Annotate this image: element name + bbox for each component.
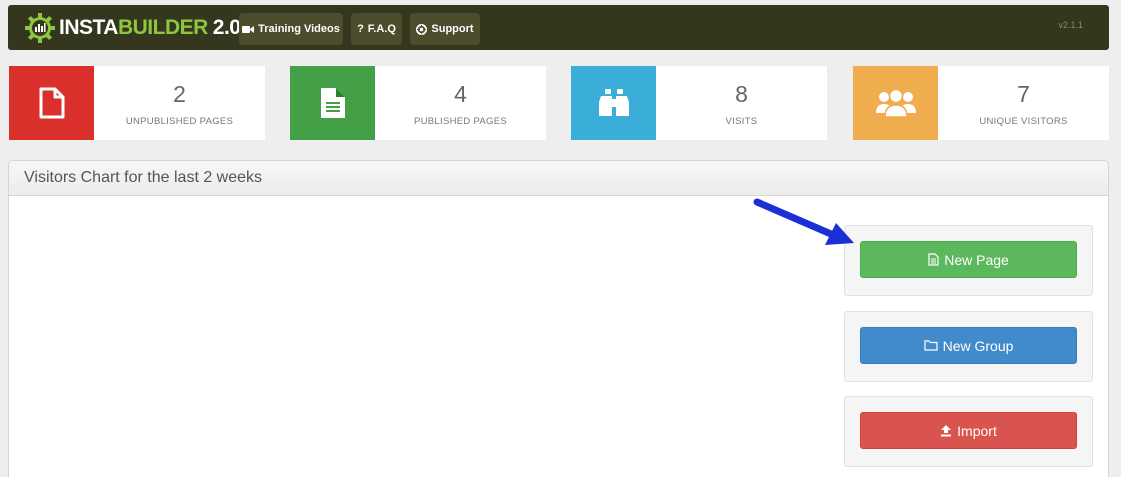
import-button[interactable]: Import <box>860 412 1077 449</box>
new-page-button[interactable]: New Page <box>860 241 1077 278</box>
visitors-chart-panel: Visitors Chart for the last 2 weeks New … <box>8 160 1109 477</box>
upload-icon <box>941 425 952 437</box>
file-icon <box>928 253 939 266</box>
stat-icon-box <box>853 66 938 140</box>
panel-title: Visitors Chart for the last 2 weeks <box>24 169 263 186</box>
stat-icon-box <box>9 66 94 140</box>
stat-label: PUBLISHED PAGES <box>413 116 508 127</box>
gear-logo-icon <box>25 13 55 43</box>
faq-button[interactable]: ? F.A.Q <box>351 13 402 45</box>
support-button[interactable]: Support <box>410 13 480 45</box>
stat-published-pages[interactable]: 4 PUBLISHED PAGES <box>290 66 546 140</box>
stat-value: 8 <box>735 81 748 107</box>
stat-label: UNIQUE VISITORS <box>979 116 1068 127</box>
dashboard-page: INSTABUILDER 2.0 Training Videos ? F.A.Q … <box>0 0 1121 477</box>
logo-builder: BUILDER <box>117 16 208 39</box>
new-group-label: New Group <box>942 337 1014 354</box>
panel-header: Visitors Chart for the last 2 weeks <box>9 161 1108 196</box>
new-page-label: New Page <box>944 251 1009 268</box>
support-label: Support <box>431 23 474 35</box>
stat-body: 4 PUBLISHED PAGES <box>375 66 546 140</box>
logo-insta: INSTA <box>59 16 118 39</box>
folder-icon <box>923 340 938 351</box>
stat-unpublished-pages[interactable]: 2 UNPUBLISHED PAGES <box>9 66 265 140</box>
stat-label: VISITS <box>725 116 758 127</box>
logo-version: 2.0 <box>212 16 241 39</box>
text-file-icon <box>320 88 345 118</box>
logo-text: INSTABUILDER 2.0 <box>59 16 241 40</box>
stat-icon-box <box>290 66 375 140</box>
stat-value: 2 <box>173 81 186 107</box>
lifebuoy-icon <box>416 23 428 35</box>
import-label: Import <box>957 422 997 439</box>
stat-value: 7 <box>1017 81 1030 107</box>
stat-body: 8 VISITS <box>656 66 827 140</box>
blank-file-icon <box>39 87 64 119</box>
import-well: Import <box>844 396 1093 467</box>
training-videos-label: Training Videos <box>258 23 340 35</box>
stat-unique-visitors[interactable]: 7 UNIQUE VISITORS <box>853 66 1109 140</box>
arrow-icon <box>753 198 854 245</box>
training-videos-button[interactable]: Training Videos <box>239 13 343 45</box>
question-icon: ? <box>357 23 364 35</box>
stat-icon-box <box>571 66 656 140</box>
stat-label: UNPUBLISHED PAGES <box>125 116 234 127</box>
stat-body: 7 UNIQUE VISITORS <box>938 66 1109 140</box>
top-navbar: INSTABUILDER 2.0 Training Videos ? F.A.Q … <box>8 5 1109 50</box>
binoculars-icon <box>598 89 629 116</box>
new-group-well: New Group <box>844 311 1093 382</box>
faq-label: F.A.Q <box>367 23 396 35</box>
new-group-button[interactable]: New Group <box>860 327 1077 364</box>
logo[interactable]: INSTABUILDER 2.0 <box>24 12 241 44</box>
video-camera-icon <box>242 25 255 33</box>
stat-body: 2 UNPUBLISHED PAGES <box>94 66 265 140</box>
users-icon <box>875 88 916 118</box>
version-label: v2.1.1 <box>1058 20 1083 30</box>
stat-visits[interactable]: 8 VISITS <box>571 66 827 140</box>
stat-value: 4 <box>454 81 467 107</box>
new-page-well: New Page <box>844 225 1093 296</box>
